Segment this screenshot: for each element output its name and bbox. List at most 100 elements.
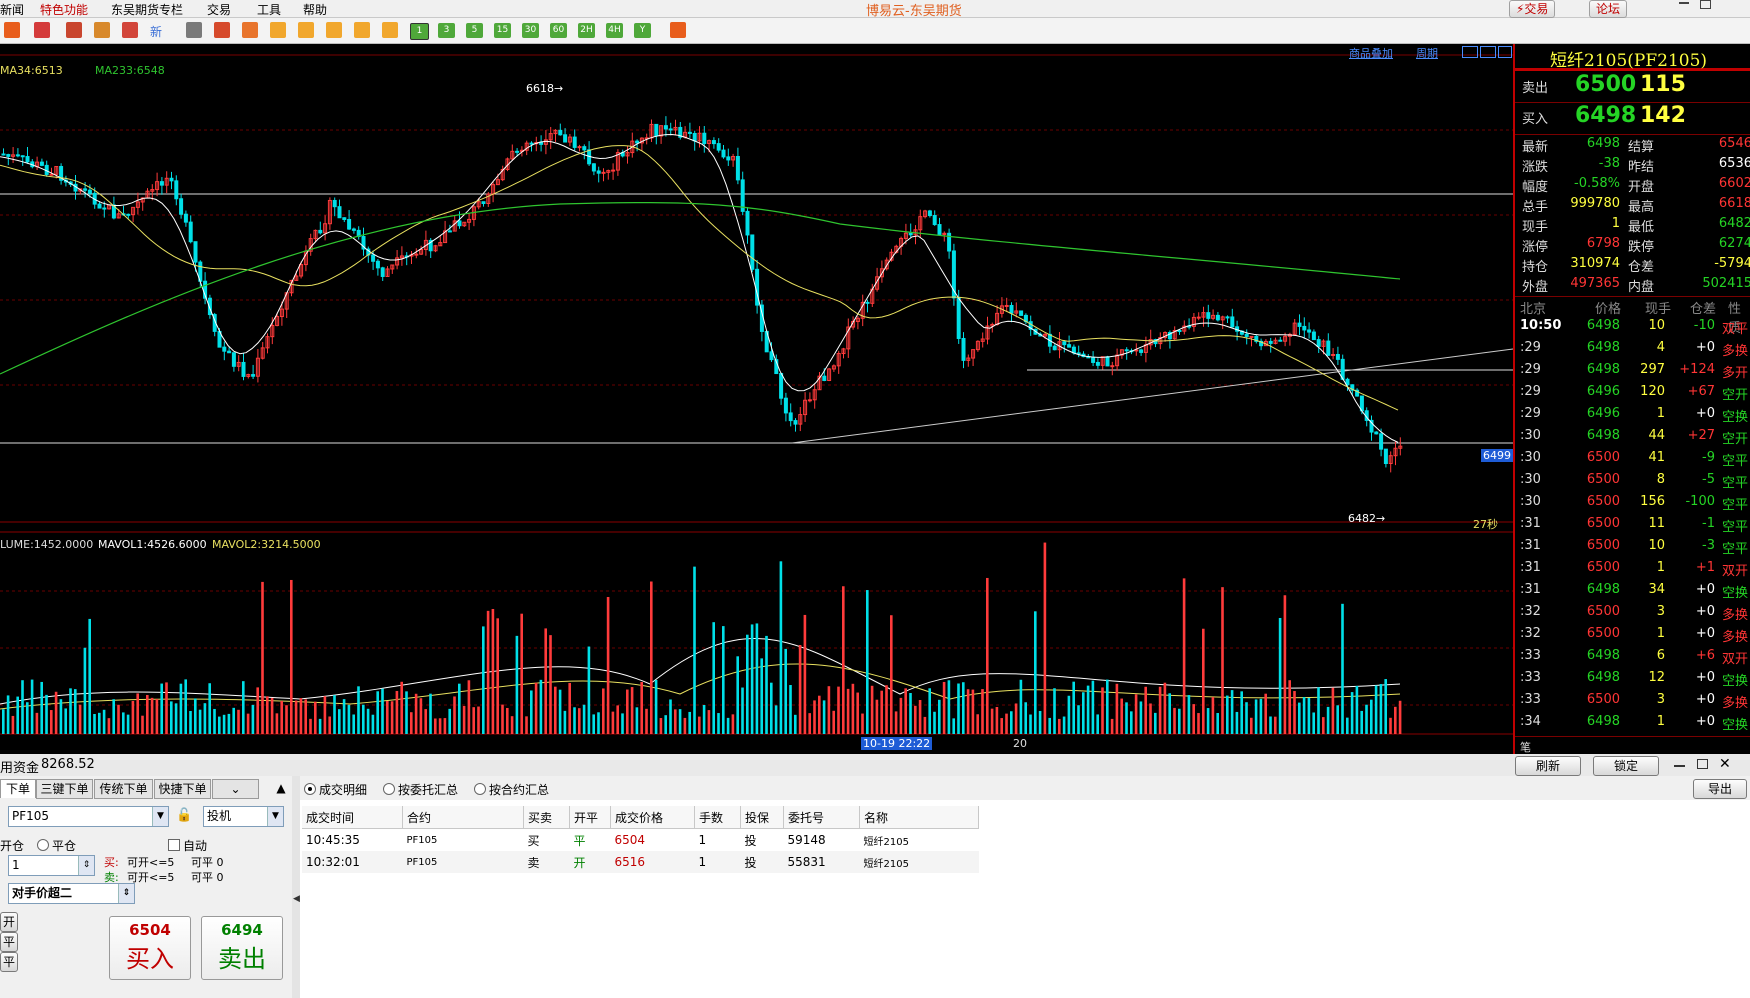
stepper-icon[interactable]: ⇕ bbox=[78, 856, 94, 875]
table-row[interactable]: 10:45:35 PF105 买 平 6504 1 投 59148 短纤2105 bbox=[302, 829, 979, 852]
new-button[interactable]: 新 bbox=[150, 23, 162, 40]
close-radio[interactable]: 平仓 bbox=[37, 837, 76, 854]
search-icon[interactable] bbox=[4, 22, 20, 38]
buy-button[interactable]: 6504 买入 bbox=[109, 916, 191, 980]
contract-select[interactable]: PF105 ▼ bbox=[8, 806, 169, 827]
split-icon[interactable] bbox=[1480, 46, 1496, 58]
period-60-button[interactable]: 60 bbox=[550, 23, 567, 38]
sell-button-price: 6494 bbox=[221, 921, 263, 939]
trade-button[interactable]: ⚡交易 bbox=[1509, 0, 1556, 18]
menu-help[interactable]: 帮助 bbox=[303, 1, 327, 18]
lock-button[interactable]: 锁定 bbox=[1593, 756, 1659, 776]
radio-by-order[interactable]: 按委托汇总 bbox=[383, 781, 458, 798]
period-5-button[interactable]: 5 bbox=[466, 23, 483, 38]
volume-bar bbox=[808, 713, 811, 734]
week-icon[interactable] bbox=[298, 22, 314, 38]
candle-body bbox=[174, 180, 179, 200]
period-y-button[interactable]: Y bbox=[634, 23, 651, 38]
volume-bar bbox=[155, 699, 159, 734]
cross-icon[interactable] bbox=[382, 22, 398, 38]
pen-icon[interactable] bbox=[66, 22, 82, 38]
volume-bar bbox=[184, 679, 187, 734]
sell-button[interactable]: 6494 卖出 bbox=[201, 916, 283, 980]
refresh-button[interactable]: 刷新 bbox=[1515, 756, 1581, 776]
col-price[interactable]: 成交价格 bbox=[610, 806, 695, 829]
overlay-link[interactable]: 商品叠加 bbox=[1349, 45, 1393, 61]
lock-icon[interactable]: 🔓 bbox=[176, 808, 192, 824]
kline-icon[interactable] bbox=[242, 22, 258, 38]
volume-bar bbox=[563, 710, 567, 734]
cycle-link[interactable]: 周期 bbox=[1416, 45, 1438, 61]
kline-chart-panel[interactable]: 商品叠加 周期 MA34:6513 MA233:6548 6618→ 6482→… bbox=[0, 44, 1513, 754]
month-icon[interactable] bbox=[326, 22, 342, 38]
panel-minimize-icon[interactable] bbox=[1674, 765, 1685, 767]
col-oc[interactable]: 开平 bbox=[569, 806, 611, 829]
col-contract[interactable]: 合约 bbox=[402, 806, 524, 829]
tag-icon[interactable] bbox=[94, 22, 110, 38]
season-icon[interactable] bbox=[354, 22, 370, 38]
stepper-icon[interactable]: ⇕ bbox=[118, 884, 134, 903]
table-icon[interactable] bbox=[186, 22, 202, 38]
price-type-select[interactable]: 对手价超二 ⇕ bbox=[8, 883, 135, 904]
volume-bar bbox=[1202, 628, 1205, 734]
forum-button[interactable]: 论坛 bbox=[1589, 0, 1628, 18]
period-4h-button[interactable]: 4H bbox=[606, 23, 623, 38]
period-15-button[interactable]: 15 bbox=[494, 23, 511, 38]
menu-column[interactable]: 东吴期货专栏 bbox=[111, 1, 183, 18]
tab-quick[interactable]: 快捷下单 bbox=[154, 779, 211, 799]
splitter[interactable] bbox=[292, 776, 300, 998]
calculator-icon[interactable] bbox=[670, 22, 686, 38]
day-icon[interactable] bbox=[270, 22, 286, 38]
radio-by-contract[interactable]: 按合约汇总 bbox=[474, 781, 549, 798]
menu-news[interactable]: 新闻 bbox=[0, 1, 24, 18]
period-2h-button[interactable]: 2H bbox=[578, 23, 595, 38]
col-time[interactable]: 成交时间 bbox=[302, 806, 403, 829]
tab-three-key[interactable]: 三键下单 bbox=[36, 779, 93, 799]
tick-row: :32 6500 3 +0 多换 bbox=[1520, 604, 1749, 623]
layout-icon[interactable] bbox=[1462, 46, 1478, 58]
maximize-icon[interactable] bbox=[1700, 0, 1711, 9]
volume-bar bbox=[1139, 701, 1143, 734]
alert-icon[interactable] bbox=[122, 22, 138, 38]
col-name[interactable]: 名称 bbox=[859, 806, 979, 829]
volume-bar bbox=[986, 577, 989, 734]
kline-chart[interactable] bbox=[0, 44, 1513, 754]
menu-tools[interactable]: 工具 bbox=[257, 1, 281, 18]
tab-more[interactable]: ⌄ bbox=[212, 779, 259, 799]
panel-restore-icon[interactable] bbox=[1697, 759, 1708, 769]
volume-bar bbox=[597, 712, 600, 734]
period-3-button[interactable]: 3 bbox=[438, 23, 455, 38]
volume-bar bbox=[1173, 707, 1176, 734]
quantity-stepper[interactable]: 1 ⇕ bbox=[8, 855, 95, 876]
menu-special[interactable]: 特色功能 bbox=[40, 1, 88, 18]
minimize-icon[interactable] bbox=[1679, 2, 1689, 4]
hedge-select[interactable]: 投机 ▼ bbox=[203, 806, 284, 827]
chart-icon[interactable] bbox=[214, 22, 230, 38]
close-today-button[interactable]: 平 bbox=[0, 952, 18, 972]
candle-body bbox=[183, 213, 188, 223]
open-side-button[interactable]: 开 bbox=[0, 912, 18, 932]
tab-order[interactable]: 下单 bbox=[0, 779, 36, 798]
menu-trade[interactable]: 交易 bbox=[207, 1, 231, 18]
period-1-button[interactable]: 1 bbox=[410, 23, 429, 40]
export-button[interactable]: 导出 bbox=[1693, 779, 1747, 799]
col-order-no[interactable]: 委托号 bbox=[783, 806, 860, 829]
tab-traditional[interactable]: 传统下单 bbox=[94, 779, 153, 799]
candle-body bbox=[1105, 356, 1110, 367]
period-30-button[interactable]: 30 bbox=[522, 23, 539, 38]
collapse-left-icon[interactable]: ◀ bbox=[293, 894, 300, 904]
candle-body bbox=[227, 350, 232, 354]
panel-close-icon[interactable]: ✕ bbox=[1719, 756, 1731, 772]
volume-bar bbox=[1043, 542, 1047, 734]
close-side-button[interactable]: 平 bbox=[0, 932, 18, 952]
col-qty[interactable]: 手数 bbox=[694, 806, 741, 829]
col-hedge[interactable]: 投保 bbox=[740, 806, 784, 829]
radio-trade-detail[interactable]: 成交明细 bbox=[304, 781, 367, 798]
collapse-up-icon[interactable]: ▲ bbox=[274, 779, 288, 797]
open-radio[interactable]: 开仓 bbox=[0, 837, 24, 854]
table-row[interactable]: 10:32:01 PF105 卖 开 6516 1 投 55831 短纤2105 bbox=[302, 851, 979, 873]
auto-checkbox[interactable]: 自动 bbox=[168, 837, 207, 854]
expand-icon[interactable] bbox=[1498, 46, 1512, 58]
windows-icon[interactable] bbox=[34, 22, 50, 38]
col-side[interactable]: 买卖 bbox=[523, 806, 570, 829]
